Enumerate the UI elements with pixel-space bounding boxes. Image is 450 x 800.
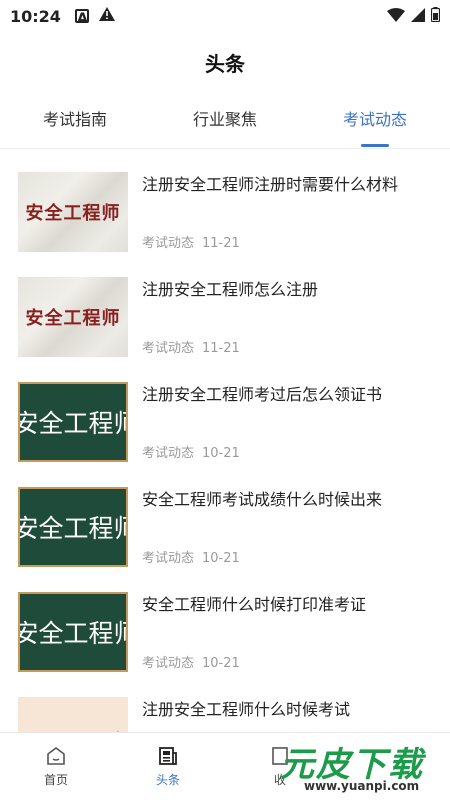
article-meta: 考试动态 11-21 — [142, 337, 240, 356]
article-category: 考试动态 — [142, 341, 195, 356]
article-meta: 考试动态 11-21 — [142, 232, 240, 251]
article-title: 注册安全工程师注册时需要什么材料 — [142, 175, 399, 194]
battery-icon — [430, 6, 441, 26]
article-date: 10-21 — [202, 446, 240, 461]
thumbnail-text: 安全工程师 — [18, 409, 126, 438]
article-thumbnail: 安全工程师 — [18, 592, 128, 672]
thumbnail-text: 安全工程师 — [18, 619, 126, 648]
thumbnail-text: 安全工程师 — [25, 308, 121, 329]
list-item[interactable]: 安全工程师 注册安全工程师怎么注册 考试动态 11-21 — [0, 265, 450, 365]
article-thumbnail: 安全工程师 — [18, 172, 128, 252]
news-icon — [159, 747, 177, 765]
cellular-signal-icon — [411, 7, 425, 26]
article-category: 考试动态 — [142, 236, 195, 251]
status-time: 10:24 — [10, 6, 61, 26]
status-right — [387, 6, 441, 26]
list-item[interactable]: ★ 注册安全工程师什么时候考试 — [0, 685, 450, 732]
tab-industry-focus[interactable]: 行业聚焦 — [150, 100, 300, 148]
watermark-url: www.yuanpi.com — [304, 779, 420, 793]
article-meta: 考试动态 10-21 — [142, 652, 240, 671]
nav-headlines-label: 头条 — [155, 773, 180, 787]
article-category: 考试动态 — [142, 446, 195, 461]
tab-bar: 考试指南 行业聚焦 考试动态 — [0, 100, 450, 148]
tab-exam-news[interactable]: 考试动态 — [300, 100, 450, 148]
nav-home-label: 首页 — [43, 773, 68, 787]
warning-icon — [98, 7, 115, 25]
article-date: 11-21 — [202, 341, 240, 356]
article-date: 10-21 — [202, 551, 240, 566]
home-icon — [47, 747, 65, 765]
article-thumbnail: ★ — [18, 697, 128, 732]
article-date: 10-21 — [202, 656, 240, 671]
article-thumbnail: 安全工程师 — [18, 487, 128, 567]
article-list[interactable]: 安全工程师 注册安全工程师注册时需要什么材料 考试动态 11-21 安全工程师 注… — [0, 160, 450, 732]
list-item[interactable]: 安全工程师 注册安全工程师注册时需要什么材料 考试动态 11-21 — [0, 160, 450, 260]
article-title: 注册安全工程师什么时候考试 — [142, 700, 351, 719]
thumbnail-text: 安全工程师 — [18, 514, 126, 543]
article-title: 安全工程师考试成绩什么时候出来 — [142, 490, 383, 509]
list-item[interactable]: 安全工程师 安全工程师什么时候打印准考证 考试动态 10-21 — [0, 580, 450, 680]
watermark: 元皮下载 www.yuanpi.com — [268, 735, 450, 797]
article-category: 考试动态 — [142, 551, 195, 566]
article-date: 11-21 — [202, 236, 240, 251]
nav-home[interactable]: 首页 — [0, 733, 112, 800]
status-bar: 10:24 A — [0, 0, 450, 32]
page-title: 头条 — [205, 52, 245, 76]
article-meta: 考试动态 10-21 — [142, 442, 240, 461]
tab-exam-guide[interactable]: 考试指南 — [0, 100, 150, 148]
wifi-icon — [387, 7, 405, 26]
list-item[interactable]: 安全工程师 安全工程师考试成绩什么时候出来 考试动态 10-21 — [0, 475, 450, 575]
article-meta: 考试动态 10-21 — [142, 547, 240, 566]
tabs-divider — [0, 148, 450, 149]
article-title: 注册安全工程师考过后怎么领证书 — [142, 385, 383, 404]
article-thumbnail: 安全工程师 — [18, 382, 128, 462]
app-notification-icon: A — [74, 9, 89, 27]
article-title: 安全工程师什么时候打印准考证 — [142, 595, 367, 614]
article-thumbnail: 安全工程师 — [18, 277, 128, 357]
thumbnail-text: 安全工程师 — [25, 203, 121, 224]
article-title: 注册安全工程师怎么注册 — [142, 280, 319, 299]
nav-headlines[interactable]: 头条 — [112, 733, 224, 800]
list-item[interactable]: 安全工程师 注册安全工程师考过后怎么领证书 考试动态 10-21 — [0, 370, 450, 470]
article-category: 考试动态 — [142, 656, 195, 671]
